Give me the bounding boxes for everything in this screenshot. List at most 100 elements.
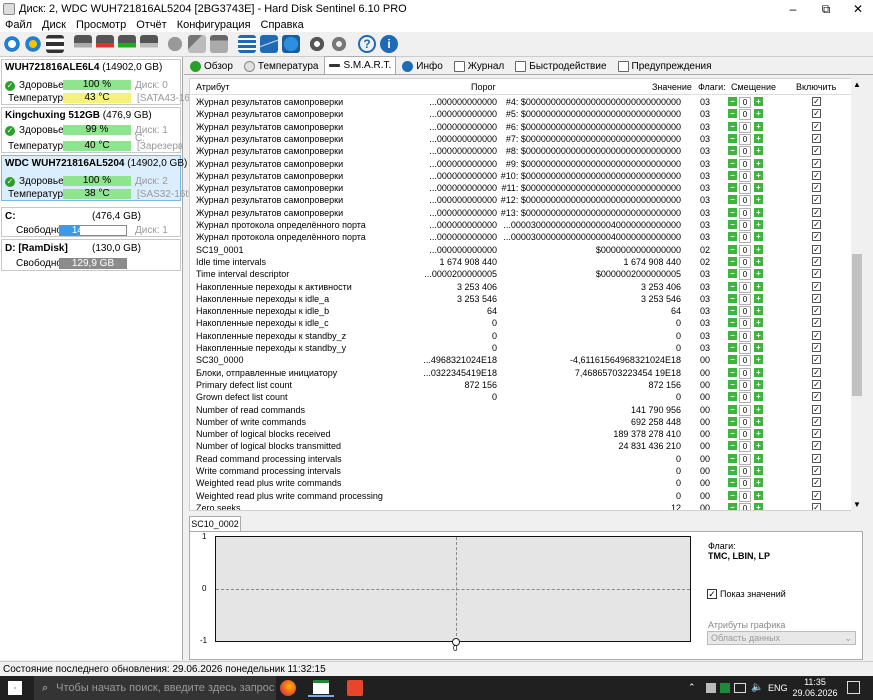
disk-item-1[interactable]: Kingchuxing 512GB (476,9 GB) ✓ Здоровье:…	[1, 107, 183, 153]
increase-offset-button[interactable]: +	[754, 416, 763, 426]
offset-value[interactable]: 0	[739, 121, 751, 133]
table-row[interactable]: Накопленные переходы к idle_b 64 64 03 −0 + ✓	[190, 305, 851, 318]
graph-tab[interactable]: SC10_0002	[189, 516, 241, 531]
increase-offset-button[interactable]: +	[754, 478, 763, 488]
increase-offset-button[interactable]: +	[754, 256, 763, 266]
offset-value[interactable]: 0	[739, 207, 751, 219]
offset-value[interactable]: 0	[739, 502, 751, 510]
offset-value[interactable]: 0	[739, 318, 751, 330]
decrease-offset-button[interactable]: −	[728, 256, 737, 266]
decrease-offset-button[interactable]: −	[728, 392, 737, 402]
table-row[interactable]: Number of write commands 692 258 448 00 −0 +…	[190, 416, 851, 428]
tab-smart[interactable]: S.M.A.R.T.	[324, 56, 397, 74]
offset-value[interactable]: 0	[739, 355, 751, 367]
decrease-offset-button[interactable]: −	[728, 330, 737, 340]
table-row[interactable]: Time interval descriptor ...0000200000005…	[190, 268, 851, 281]
disk-test-icon[interactable]	[166, 35, 184, 53]
increase-offset-button[interactable]: +	[754, 195, 763, 205]
enable-checkbox[interactable]: ✓	[812, 478, 821, 488]
enable-checkbox[interactable]: ✓	[812, 355, 821, 365]
increase-offset-button[interactable]: +	[754, 502, 763, 510]
offset-value[interactable]: 0	[739, 281, 751, 293]
enable-checkbox[interactable]: ✓	[812, 97, 821, 106]
table-row[interactable]: Grown defect list count 0 0 00−0 + ✓	[190, 391, 851, 404]
header-flags[interactable]: Флаги:	[698, 82, 726, 92]
decrease-offset-button[interactable]: −	[728, 355, 737, 365]
decrease-offset-button[interactable]: −	[728, 478, 737, 488]
decrease-offset-button[interactable]: −	[728, 379, 737, 389]
language-indicator[interactable]: ENG	[768, 683, 788, 693]
menu-disk[interactable]: Диск	[37, 19, 71, 31]
menu-config[interactable]: Конфигурация	[172, 19, 256, 31]
decrease-offset-button[interactable]: −	[728, 404, 737, 414]
increase-offset-button[interactable]: +	[754, 183, 763, 193]
enable-checkbox[interactable]: ✓	[812, 195, 821, 205]
decrease-offset-button[interactable]: −	[728, 441, 737, 451]
enable-checkbox[interactable]: ✓	[812, 220, 821, 229]
offset-value[interactable]: 0	[739, 146, 751, 158]
decrease-offset-button[interactable]: −	[728, 502, 737, 510]
offset-value[interactable]: 0	[739, 367, 751, 379]
enable-checkbox[interactable]: ✓	[812, 133, 821, 143]
enable-checkbox[interactable]: ✓	[812, 392, 821, 402]
offset-value[interactable]: 0	[739, 453, 751, 465]
table-row[interactable]: Журнал результатов самопроверки ...000000…	[190, 133, 851, 145]
enable-checkbox[interactable]: ✓	[812, 183, 821, 193]
decrease-offset-button[interactable]: −	[728, 367, 737, 377]
increase-offset-button[interactable]: +	[754, 355, 763, 365]
increase-offset-button[interactable]: +	[754, 343, 763, 352]
decrease-offset-button[interactable]: −	[728, 207, 737, 217]
decrease-offset-button[interactable]: −	[728, 133, 737, 143]
scroll-up-icon[interactable]: ▲	[852, 80, 862, 90]
increase-offset-button[interactable]: +	[754, 318, 763, 328]
enable-checkbox[interactable]: ✓	[812, 318, 821, 328]
increase-offset-button[interactable]: +	[754, 109, 763, 119]
offset-value[interactable]: 0	[739, 293, 751, 305]
decrease-offset-button[interactable]: −	[728, 121, 737, 131]
offset-value[interactable]: 0	[739, 183, 751, 195]
offset-value[interactable]: 0	[739, 343, 751, 354]
table-row[interactable]: Накопленные переходы к активности 3 253 4…	[190, 281, 851, 293]
tab-performance[interactable]: Быстродействие	[510, 58, 611, 74]
disk-tools-icon[interactable]	[188, 35, 206, 53]
table-row[interactable]: Накопленные переходы к idle_c 0 0 03−0 + ✓	[190, 317, 851, 330]
table-row[interactable]: Number of read commands 141 790 956 00 −0 + ✓	[190, 404, 851, 416]
tab-overview[interactable]: Обзор	[185, 58, 238, 74]
decrease-offset-button[interactable]: −	[728, 183, 737, 193]
offset-value[interactable]: 0	[739, 109, 751, 121]
table-row[interactable]: Журнал протокола определённого порта ...0…	[190, 219, 851, 231]
disk-remove-icon[interactable]	[96, 35, 114, 53]
scrollbar-thumb[interactable]	[852, 254, 862, 396]
disk-list-icon[interactable]	[46, 35, 64, 53]
decrease-offset-button[interactable]: −	[728, 281, 737, 291]
table-row[interactable]: Weighted read plus write commands 0 00−0 + ✓	[190, 477, 851, 490]
disk-tool-icon[interactable]	[74, 35, 92, 53]
increase-offset-button[interactable]: +	[754, 392, 763, 402]
decrease-offset-button[interactable]: −	[728, 416, 737, 426]
enable-checkbox[interactable]: ✓	[812, 306, 821, 316]
offset-value[interactable]: 0	[739, 441, 751, 453]
table-row[interactable]: Накопленные переходы к standby_y 0 0 03−0 + ✓	[190, 342, 851, 354]
enable-checkbox[interactable]: ✓	[812, 170, 821, 180]
decrease-offset-button[interactable]: −	[728, 293, 737, 303]
menu-view[interactable]: Просмотр	[71, 19, 131, 31]
table-row[interactable]: Журнал результатов самопроверки ...000000…	[190, 145, 851, 158]
offset-value[interactable]: 0	[739, 256, 751, 268]
info-icon[interactable]: i	[380, 35, 398, 53]
increase-offset-button[interactable]: +	[754, 306, 763, 316]
table-row[interactable]: Журнал результатов самопроверки ...000000…	[190, 158, 851, 170]
offset-value[interactable]: 0	[739, 478, 751, 490]
enable-checkbox[interactable]: ✓	[812, 207, 821, 217]
decrease-offset-button[interactable]: −	[728, 306, 737, 316]
offset-value[interactable]: 0	[739, 416, 751, 428]
decrease-offset-button[interactable]: −	[728, 269, 737, 279]
web-report-icon[interactable]	[282, 35, 300, 53]
offset-value[interactable]: 0	[739, 220, 751, 231]
enable-checkbox[interactable]: ✓	[812, 269, 821, 279]
decrease-offset-button[interactable]: −	[728, 170, 737, 180]
enable-checkbox[interactable]: ✓	[812, 416, 821, 426]
table-row[interactable]: Number of logical blocks transmitted 24 8…	[190, 440, 851, 453]
disk-check-icon[interactable]	[118, 35, 136, 53]
table-row[interactable]: Блоки, отправленные инициатору ...0322345…	[190, 367, 851, 379]
maximize-button[interactable]: ⧉	[810, 0, 842, 18]
